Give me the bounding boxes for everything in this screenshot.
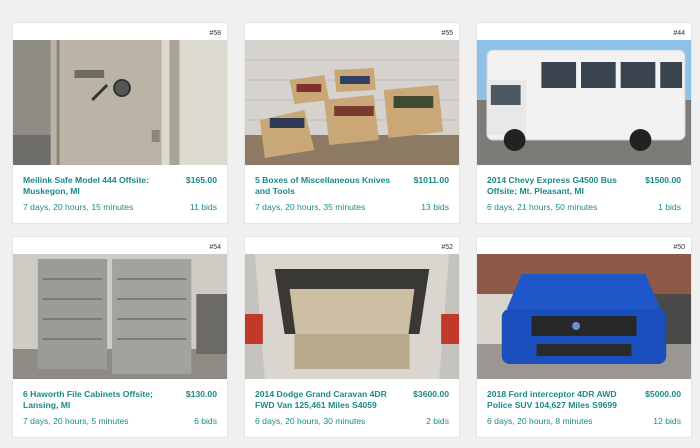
listing-price: $165.00 [185, 175, 217, 185]
bid-count: 11 bids [189, 202, 217, 212]
listing-photo[interactable] [477, 254, 691, 379]
listing-grid: #58 Meilink Safe Model 444 Offsite: Musk… [12, 22, 692, 438]
listing-title[interactable]: Meilink Safe Model 444 Offsite: Muskegon… [23, 175, 163, 196]
listing-title[interactable]: 6 Haworth File Cabinets Offsite; Lansing… [23, 389, 163, 410]
listing-card[interactable]: #52 2014 Dodge Grand Caravan 4DR FWD Van… [244, 236, 460, 438]
listing-card[interactable]: #44 2014 Chevy Express G4500 Bus Offsite… [476, 22, 692, 224]
listing-photo[interactable] [13, 254, 227, 379]
listing-info: 2018 Ford interceptor 4DR AWD Police SUV… [477, 379, 691, 437]
listing-info: 5 Boxes of Miscellaneous Knives and Tool… [245, 165, 459, 223]
lot-number: #54 [209, 244, 221, 251]
time-left: 7 days, 20 hours, 35 minutes [255, 202, 366, 212]
lot-number: #58 [209, 30, 221, 37]
listing-card[interactable]: #55 5 Boxes of Miscellaneous Knives and … [244, 22, 460, 224]
lot-number: #50 [673, 244, 685, 251]
bid-count: 13 bids [421, 202, 449, 212]
bid-count: 2 bids [426, 416, 449, 426]
lot-number: #52 [441, 244, 453, 251]
listing-price: $130.00 [185, 389, 217, 399]
bid-count: 1 bids [658, 202, 681, 212]
listing-price: $1500.00 [645, 175, 681, 185]
time-left: 6 days, 20 hours, 8 minutes [487, 416, 593, 426]
listing-info: Meilink Safe Model 444 Offsite: Muskegon… [13, 165, 227, 223]
listing-card[interactable]: #58 Meilink Safe Model 444 Offsite: Musk… [12, 22, 228, 224]
listing-card[interactable]: #50 2018 Ford interceptor 4DR AWD Police… [476, 236, 692, 438]
listing-card[interactable]: #54 6 Haworth File Cabinets Offsite; Lan… [12, 236, 228, 438]
listing-info: 6 Haworth File Cabinets Offsite; Lansing… [13, 379, 227, 437]
lot-number: #55 [441, 30, 453, 37]
listing-photo[interactable] [477, 40, 691, 165]
listing-price: $3600.00 [413, 389, 449, 399]
time-left: 7 days, 20 hours, 5 minutes [23, 416, 129, 426]
listing-photo[interactable] [13, 40, 227, 165]
time-left: 7 days, 20 hours, 15 minutes [23, 202, 134, 212]
listing-info: 2014 Dodge Grand Caravan 4DR FWD Van 125… [245, 379, 459, 437]
listing-title[interactable]: 2018 Ford interceptor 4DR AWD Police SUV… [487, 389, 627, 410]
time-left: 6 days, 20 hours, 30 minutes [255, 416, 366, 426]
listing-info: 2014 Chevy Express G4500 Bus Offsite; Mt… [477, 165, 691, 223]
lot-number: #44 [673, 30, 685, 37]
listing-title[interactable]: 2014 Chevy Express G4500 Bus Offsite; Mt… [487, 175, 627, 196]
time-left: 6 days, 21 hours, 50 minutes [487, 202, 598, 212]
listing-photo[interactable] [245, 40, 459, 165]
listing-title[interactable]: 5 Boxes of Miscellaneous Knives and Tool… [255, 175, 395, 196]
listing-title[interactable]: 2014 Dodge Grand Caravan 4DR FWD Van 125… [255, 389, 395, 410]
bid-count: 12 bids [653, 416, 681, 426]
bid-count: 6 bids [194, 416, 217, 426]
listing-price: $5000.00 [645, 389, 681, 399]
listing-photo[interactable] [245, 254, 459, 379]
listing-price: $1011.00 [413, 175, 449, 185]
